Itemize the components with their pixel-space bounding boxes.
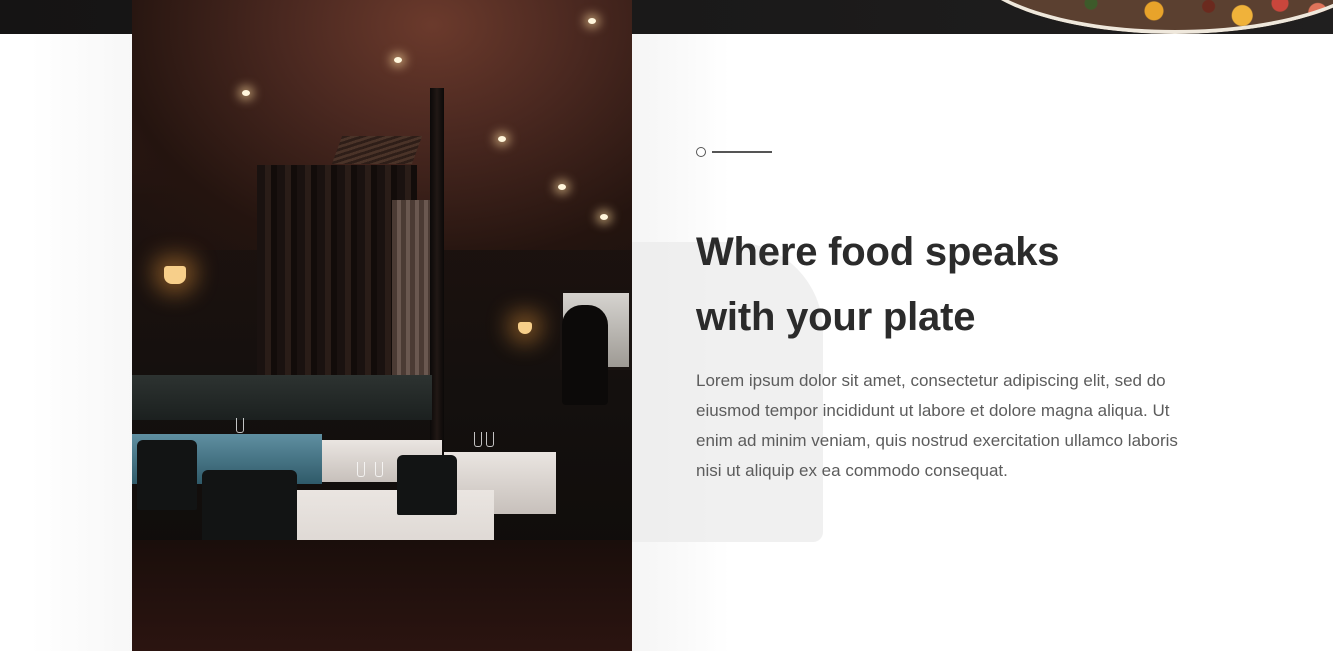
restaurant-interior-image bbox=[132, 0, 632, 651]
wine-glass bbox=[357, 462, 365, 477]
chair bbox=[397, 455, 457, 515]
wall-lamp bbox=[164, 266, 186, 284]
section-heading: Where food speaks with your plate bbox=[696, 220, 1256, 350]
salad-bowl-image bbox=[965, 0, 1333, 34]
curtain-sheer bbox=[392, 200, 432, 380]
wine-glass bbox=[486, 432, 494, 447]
pillar bbox=[430, 88, 444, 468]
ceiling-light bbox=[242, 90, 250, 96]
page: Where food speaks with your plate Lorem … bbox=[0, 0, 1333, 651]
divider-line bbox=[712, 151, 772, 153]
circle-icon bbox=[696, 147, 706, 157]
ceiling-light bbox=[588, 18, 596, 24]
ceiling-light bbox=[498, 136, 506, 142]
floor bbox=[132, 540, 632, 651]
section-body-text: Lorem ipsum dolor sit amet, consectetur … bbox=[696, 371, 1178, 480]
wine-glass bbox=[236, 418, 244, 433]
heading-line-2: with your plate bbox=[696, 295, 976, 339]
waiter-silhouette bbox=[562, 305, 608, 405]
chair bbox=[137, 440, 197, 510]
ceiling-light bbox=[394, 57, 402, 63]
ceiling-vent bbox=[331, 136, 423, 164]
banquette-seat bbox=[132, 375, 432, 420]
wine-glass bbox=[474, 432, 482, 447]
heading-line-1: Where food speaks bbox=[696, 230, 1060, 274]
wall-lamp bbox=[518, 322, 532, 334]
ceiling-light bbox=[600, 214, 608, 220]
wine-glass bbox=[375, 462, 383, 477]
section-eyebrow-decoration bbox=[696, 146, 776, 158]
ceiling-light bbox=[558, 184, 566, 190]
